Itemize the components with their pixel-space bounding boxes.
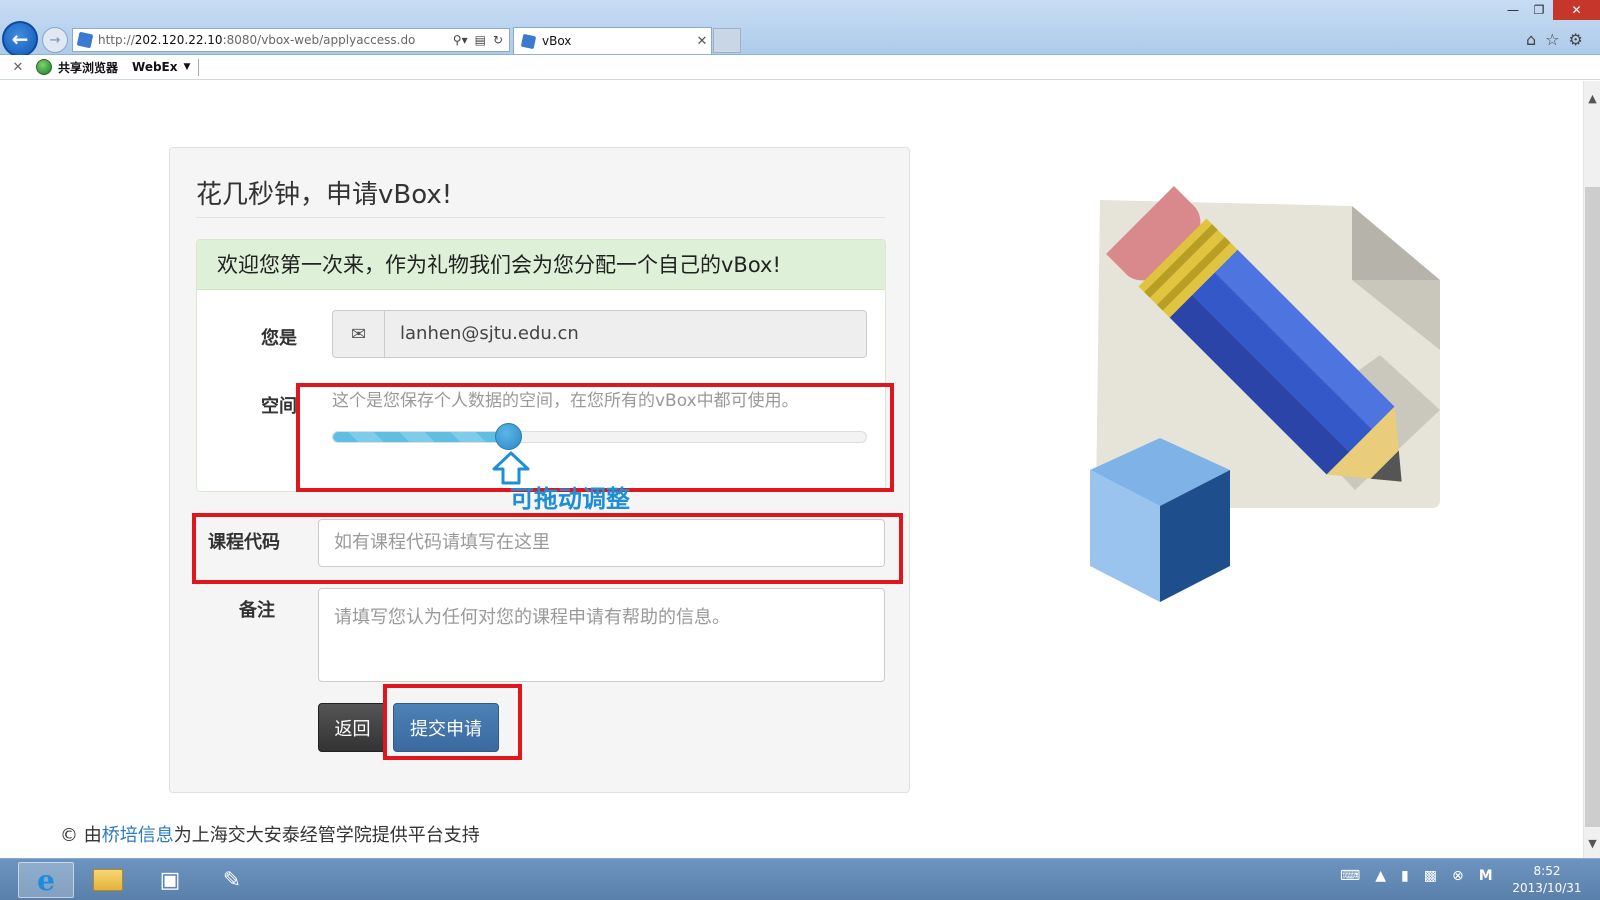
label-space: 空间 [261,396,297,417]
refresh-icon[interactable]: ↻ [493,33,503,47]
footer: © 由桥培信息为上海交大安泰经管学院提供平台支持 [60,821,480,847]
system-tray: ⌨ ▲ ▮ ▩ ⊗ M [1340,868,1493,884]
email-field: ✉ lanhen@sjtu.edu.cn [332,310,867,358]
favorites-bar: ✕ 共享浏览器 WebEx ▼ [0,55,1600,80]
tab-favicon-icon [520,33,537,49]
address-tools: ⚲▾ ▤ ↻ [453,33,509,47]
tab-title: vBox [542,34,572,48]
browser-titlebar: ← → http://202.120.22.10:8080/vbox-web/a… [0,0,1600,57]
label-you-are: 您是 [261,328,297,349]
folder-icon[interactable] [80,862,136,898]
forward-arrow-icon[interactable]: → [42,27,68,53]
photo-viewer-icon[interactable]: ▣ [142,862,198,898]
annotation-box-submit [383,684,522,760]
footer-suffix: 为上海交大安泰经管学院提供平台支持 [173,825,480,846]
edit-illustration-icon [1090,186,1440,602]
drag-hint-text: 可拖动调整 [510,485,630,513]
label-remark: 备注 [239,600,275,621]
keyboard-icon[interactable]: ⌨ [1340,868,1360,884]
annotation-box-course-code [192,513,903,584]
chevron-down-icon[interactable]: ▼ [184,62,191,72]
scroll-thumb[interactable] [1585,187,1600,827]
page-scrollbar[interactable]: ▲ ▼ [1583,81,1600,858]
favorite-webex[interactable]: WebEx [132,60,177,74]
envelope-icon: ✉ [333,311,385,357]
home-icon[interactable]: ⌂ [1526,30,1536,49]
star-icon[interactable]: ☆ [1545,30,1559,49]
input-method-icon[interactable]: M [1479,868,1493,884]
back-button[interactable]: 返回 [318,703,387,752]
ie-icon[interactable]: e [18,862,74,898]
email-value: lanhen@sjtu.edu.cn [400,323,579,344]
scroll-up-icon[interactable]: ▲ [1584,89,1600,109]
footer-link[interactable]: 桥培信息 [102,825,174,846]
favorite-shared-browser[interactable]: 共享浏览器 [58,59,118,76]
search-icon[interactable]: ⚲▾ [453,33,468,47]
url-path: :8080/vbox-web/applyaccess.do [222,33,416,47]
welcome-message: 欢迎您第一次来，作为礼物我们会为您分配一个自己的vBox! [197,240,885,290]
battery-icon[interactable]: ▮ [1401,868,1409,884]
new-tab-button[interactable] [713,28,741,53]
scroll-down-icon[interactable]: ▼ [1584,834,1600,854]
tab-vbox[interactable]: vBox ✕ [513,27,712,54]
maximize-icon[interactable]: ❐ [1526,0,1552,20]
browser-toolbar-icons: ⌂ ☆ ⚙ [1526,30,1583,49]
close-favbar-icon[interactable]: ✕ [0,60,36,75]
address-bar[interactable]: http://202.120.22.10:8080/vbox-web/apply… [72,28,510,52]
close-tab-icon[interactable]: ✕ [693,34,711,49]
favbar-divider [198,58,200,76]
annotation-box-space [296,383,894,492]
url-host: 202.120.22.10 [134,33,223,47]
clock-time: 8:52 [1533,864,1561,878]
signal-icon[interactable]: ▩ [1424,868,1437,884]
page-title: 花几秒钟，申请vBox! [196,174,886,218]
site-favicon-icon [76,31,94,49]
back-arrow-icon[interactable]: ← [2,21,38,57]
remark-textarea[interactable]: 请填写您认为任何对您的课程申请有帮助的信息。 [318,588,885,682]
screen: ← → http://202.120.22.10:8080/vbox-web/a… [0,0,1600,900]
close-window-icon[interactable]: ✕ [1553,0,1600,20]
clock-date: 2013/10/31 [1512,881,1582,895]
gear-icon[interactable]: ⚙ [1569,30,1583,49]
minimize-icon[interactable]: — [1500,0,1526,20]
url-prefix: http:// [98,33,135,47]
network-off-icon[interactable]: ⊗ [1452,868,1464,884]
paint-icon[interactable]: ✎ [204,862,260,898]
compat-view-icon[interactable]: ▤ [475,33,486,47]
footer-prefix: © 由 [60,825,102,846]
address-url[interactable]: http://202.120.22.10:8080/vbox-web/apply… [98,33,453,47]
tray-expand-icon[interactable]: ▲ [1375,868,1386,884]
globe-icon [36,59,52,75]
clock[interactable]: 8:52 2013/10/31 [1507,863,1587,897]
